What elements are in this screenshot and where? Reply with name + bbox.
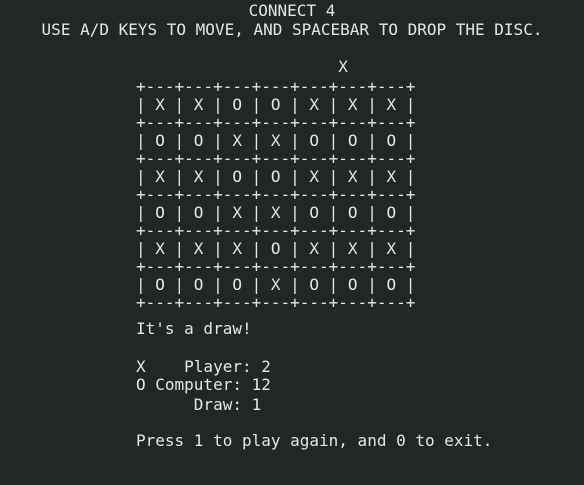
board-separator: +---+---+---+---+---+---+---+	[136, 221, 416, 240]
game-instructions: USE A/D KEYS TO MOVE, AND SPACEBAR TO DR…	[41, 20, 543, 39]
board-row: | X | X | X | O | X | X | X |	[136, 239, 416, 258]
drop-cursor: X	[136, 57, 348, 76]
player-score: X Player: 2	[136, 357, 271, 376]
game-title: CONNECT 4	[248, 1, 336, 20]
board-row: | O | O | X | X | O | O | O |	[136, 131, 416, 150]
board-row: | X | X | O | O | X | X | X |	[136, 167, 416, 186]
board-row: | O | O | X | X | O | O | O |	[136, 203, 416, 222]
board-row: | O | O | O | X | O | O | O |	[136, 275, 416, 294]
draw-score: Draw: 1	[136, 395, 262, 414]
computer-score: O Computer: 12	[136, 375, 271, 394]
replay-prompt: Press 1 to play again, and 0 to exit.	[136, 431, 493, 450]
board-separator: +---+---+---+---+---+---+---+	[136, 113, 416, 132]
board-row: | X | X | O | O | X | X | X |	[136, 95, 416, 114]
board-separator: +---+---+---+---+---+---+---+	[136, 257, 416, 276]
board-separator: +---+---+---+---+---+---+---+	[136, 185, 416, 204]
board-separator: +---+---+---+---+---+---+---+	[136, 77, 416, 96]
board-separator: +---+---+---+---+---+---+---+	[136, 149, 416, 168]
board-separator: +---+---+---+---+---+---+---+	[136, 293, 416, 312]
game-result: It's a draw!	[136, 319, 252, 338]
